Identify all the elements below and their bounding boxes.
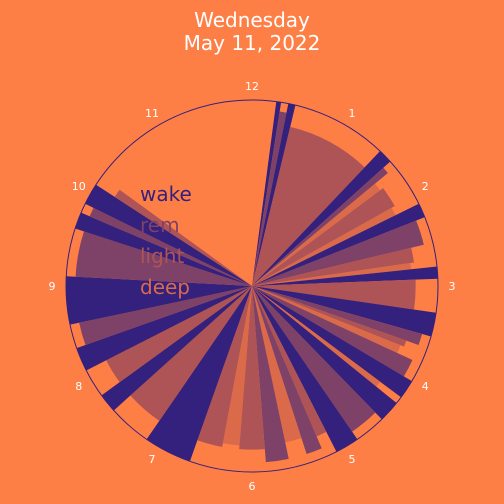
hour-label: 12 xyxy=(245,80,259,93)
legend-entry-rem: rem xyxy=(140,213,180,237)
hour-label: 4 xyxy=(422,380,429,393)
legend-entry-deep: deep xyxy=(140,275,190,299)
hour-label: 5 xyxy=(349,453,356,466)
sleep-bars xyxy=(65,101,438,463)
hour-label: 6 xyxy=(249,480,256,493)
hour-label: 11 xyxy=(145,107,159,120)
legend-entry-light: light xyxy=(140,244,184,268)
hour-label: 3 xyxy=(449,280,456,293)
hour-label: 1 xyxy=(349,107,356,120)
polar-sleep-chart: 121234567891011 wakeremlightdeep xyxy=(49,80,456,493)
legend-entry-wake: wake xyxy=(140,182,192,206)
hour-label: 8 xyxy=(75,380,82,393)
hour-label: 2 xyxy=(422,180,429,193)
hour-label: 10 xyxy=(72,180,86,193)
chart-stage: Wednesday May 11, 2022 12 1 2 3 4 5 6 7 8 9 10 11 w… xyxy=(0,0,504,504)
hour-label: 9 xyxy=(49,280,56,293)
hour-label: 7 xyxy=(149,453,156,466)
